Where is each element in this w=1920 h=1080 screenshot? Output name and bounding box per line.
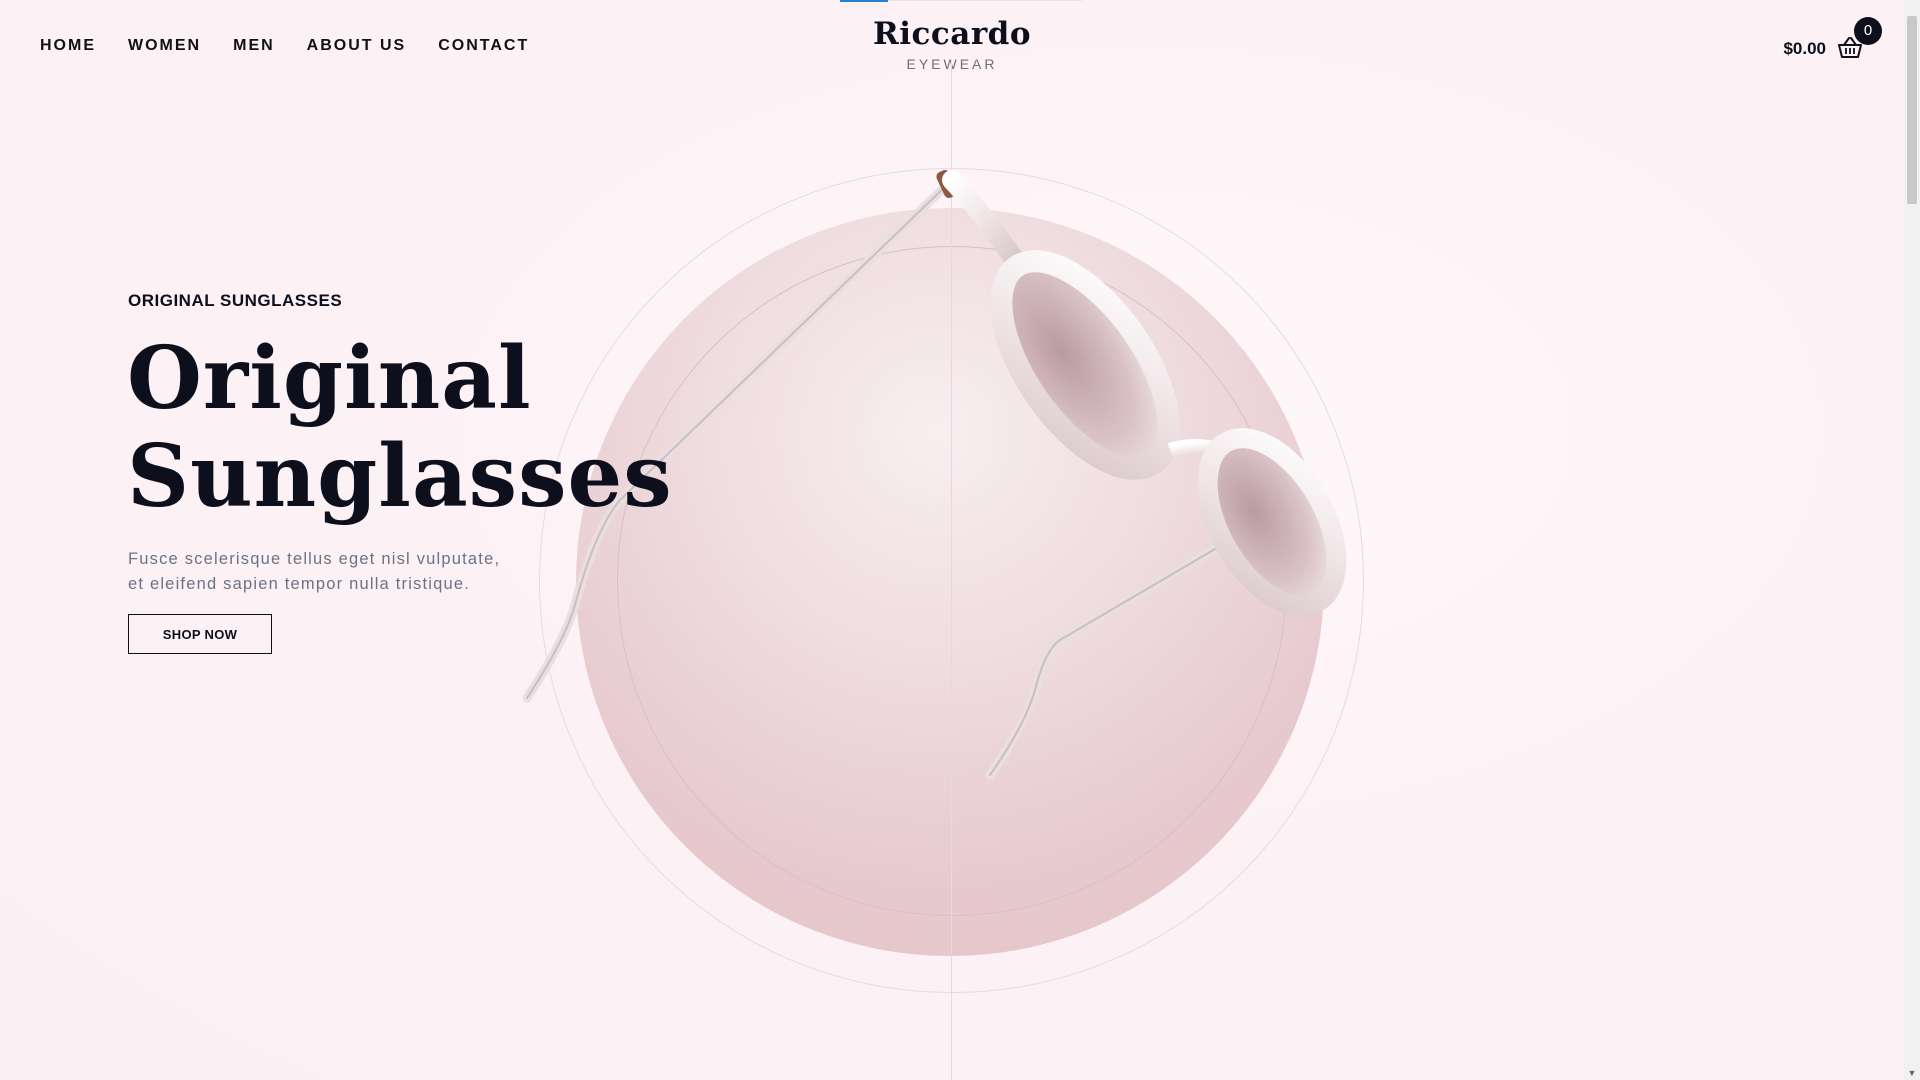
cart-total[interactable]: $0.00	[1783, 39, 1826, 59]
hero-title: Original Sunglasses	[127, 330, 673, 526]
hero-eyebrow: ORIGINAL SUNGLASSES	[128, 291, 343, 310]
brand-name: Riccardo	[872, 16, 1032, 52]
hero-description-line-2: et eleifend sapien tempor nulla tristiqu…	[128, 575, 471, 593]
page: HOME WOMEN MEN ABOUT US CONTACT Riccardo…	[0, 0, 1904, 1080]
basket-icon[interactable]: 0	[1838, 17, 1882, 61]
cart-widget[interactable]: $0.00 0	[1783, 17, 1882, 61]
shop-now-button[interactable]: SHOP NOW	[128, 614, 272, 654]
hero-description-line-1: Fusce scelerisque tellus eget nisl vulpu…	[128, 550, 501, 568]
hero-title-line-2: Sunglasses	[127, 426, 673, 527]
scrollbar-thumb[interactable]	[1907, 16, 1917, 204]
brand-subtitle: EYEWEAR	[0, 56, 1904, 72]
page-scrollbar[interactable]: ▼	[1904, 0, 1920, 1080]
top-progress-indicator	[840, 0, 888, 2]
hero-title-line-1: Original	[127, 328, 532, 429]
brand-logo[interactable]: Riccardo EYEWEAR	[0, 16, 1904, 72]
cart-count-badge: 0	[1854, 17, 1882, 45]
scroll-down-arrow-icon[interactable]: ▼	[1907, 1068, 1917, 1078]
hero-description: Fusce scelerisque tellus eget nisl vulpu…	[128, 547, 548, 597]
